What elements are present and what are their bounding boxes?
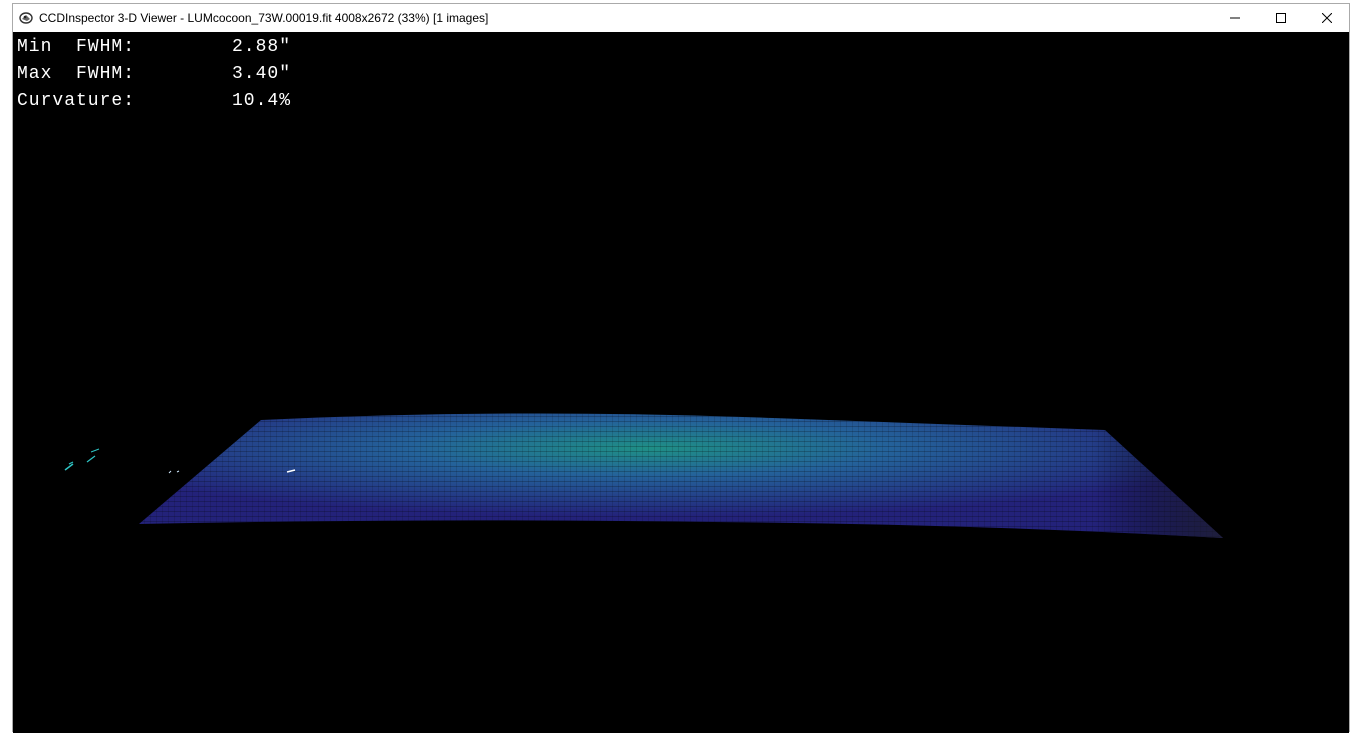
curvature-value: 10.4% (232, 91, 292, 111)
close-icon (1322, 13, 1332, 23)
max-fwhm-value: 3.40" (232, 64, 292, 84)
surface-edge-shade (139, 413, 1223, 538)
minimize-icon (1230, 17, 1240, 19)
window-title: CCDInspector 3-D Viewer - LUMcocoon_73W.… (39, 11, 489, 25)
viewer-window: CCDInspector 3-D Viewer - LUMcocoon_73W.… (12, 3, 1350, 733)
minimize-button[interactable] (1212, 4, 1258, 32)
max-fwhm-row: Max FWHM: 3.40" (17, 61, 291, 88)
max-fwhm-label: Max FWHM: (17, 64, 136, 84)
ccdinspector-app-icon (19, 12, 33, 24)
curvature-row: Curvature: 10.4% (17, 88, 291, 115)
curvature-surface-plot[interactable] (13, 32, 1349, 733)
fwhm-stats-panel: Min FWHM: 2.88" Max FWHM: 3.40" Curvatur… (17, 34, 291, 115)
min-fwhm-value: 2.88" (232, 37, 292, 57)
maximize-button[interactable] (1258, 4, 1304, 32)
min-fwhm-row: Min FWHM: 2.88" (17, 34, 291, 61)
min-fwhm-label: Min FWHM: (17, 37, 136, 57)
close-button[interactable] (1304, 4, 1350, 32)
title-bar[interactable]: CCDInspector 3-D Viewer - LUMcocoon_73W.… (13, 4, 1349, 32)
curvature-label: Curvature: (17, 91, 136, 111)
3d-viewport[interactable]: Min FWHM: 2.88" Max FWHM: 3.40" Curvatur… (13, 32, 1349, 733)
maximize-icon (1276, 13, 1286, 23)
